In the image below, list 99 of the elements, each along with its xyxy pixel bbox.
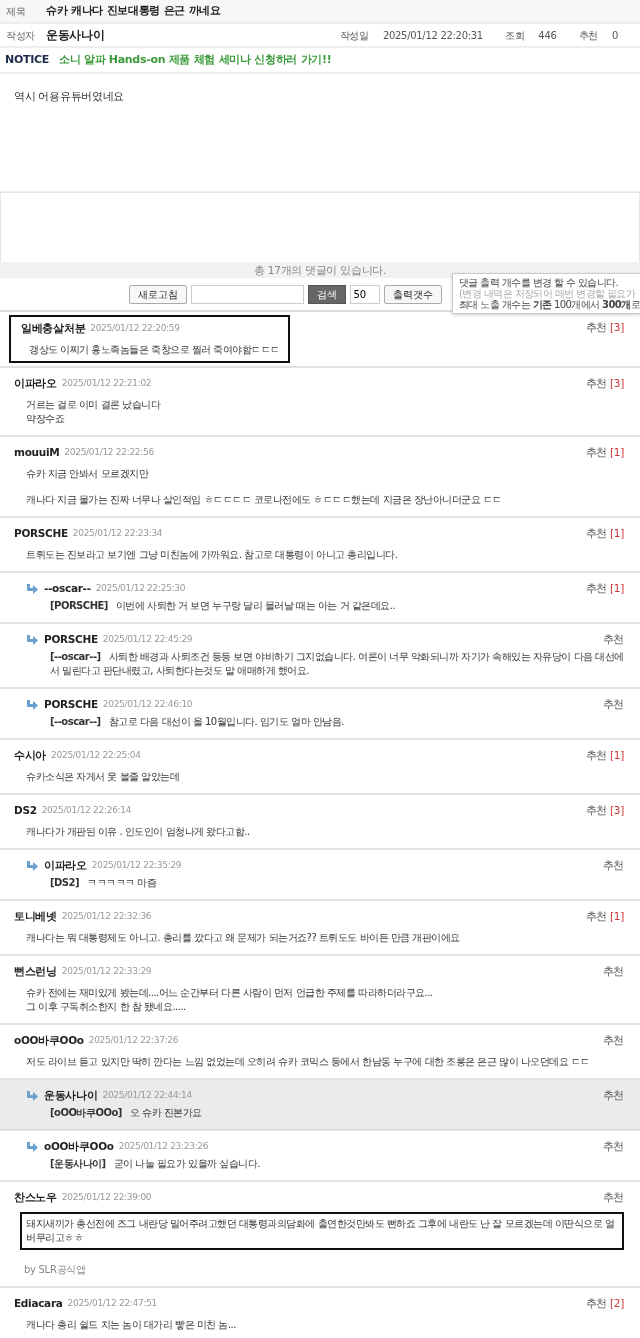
reply-arrow-icon — [26, 1091, 38, 1101]
comment-date: 2025/01/12 22:21:02 — [61, 377, 152, 391]
comment-author[interactable]: mouuiM — [14, 445, 60, 461]
comment-author[interactable]: PORSCHE — [44, 697, 98, 713]
reply-arrow-icon — [26, 635, 38, 645]
comment-author[interactable]: 운동사나이 — [44, 1088, 98, 1104]
author-label: 작성자 — [5, 28, 37, 43]
refresh-button[interactable]: 새로고침 — [128, 284, 187, 304]
comment-text: [운동사나이] 굳이 나눌 필요가 있을까 싶습니다. — [50, 1157, 262, 1171]
comment-author[interactable]: 일베충살처분 — [21, 321, 86, 337]
comment-date: 2025/01/12 22:33:29 — [61, 965, 152, 979]
comment-date: 2025/01/12 22:47:51 — [67, 1297, 157, 1311]
comment-text: 캐나다 지금 물가는 진짜 너무나 살인적임 ㅎㄷㄷㄷㄷ 코로나전에도 ㅎㄷㄷㄷ했는데 지금은 장난아니더군요 ㄷㄷ — [26, 493, 503, 507]
search-button[interactable]: 검색 — [307, 284, 346, 304]
comment-date: 2025/01/12 22:26:14 — [41, 804, 132, 818]
reply-arrow-icon — [26, 584, 38, 594]
recommend-button[interactable]: 추천 [1] — [585, 526, 624, 542]
count-field[interactable]: 50 — [349, 284, 380, 304]
notice-label: NOTICE — [4, 51, 50, 68]
comment-date: 2025/01/12 22:25:30 — [95, 582, 186, 596]
title-label: 제목 — [5, 4, 27, 19]
comment-text: [--oscar--] 사퇴한 배경과 사퇴조건 등등 보면 야비하기 그지없습니다. 여론이 너무 악화되니까 자기가 속해있는 자유당이 다음 대선에서 밀린다고 판단내렸고, 사퇴한다는것도 말 애매하게 했어요. — [50, 650, 624, 678]
comment-author[interactable]: 뻔스런닝 — [14, 964, 57, 980]
post-author: 운동사나이 — [46, 27, 105, 44]
comment-date: 2025/01/12 22:35:29 — [91, 859, 182, 873]
comment-text: 트뤼도는 진보라고 보기엔 그냥 미친놈에 가까워요. 참고로 대통령이 아니고 총리입니다. — [26, 548, 399, 562]
comment-text: 슈카소식은 자게서 못 볼줄 알았는데 — [26, 770, 181, 784]
recommend-button[interactable]: 추천 [1] — [585, 909, 624, 925]
comment-text: [oOO바쿠OOo] 오 슈카 진본가요 — [50, 1106, 203, 1120]
recommend-button[interactable]: 추천 [3] — [585, 376, 624, 392]
recommend-button[interactable]: 추천 — [602, 1088, 624, 1104]
comment-date: 2025/01/12 22:20:59 — [90, 322, 180, 336]
comment-text: [DS2] ㅋㅋㅋㅋㅋ 마즘 — [50, 876, 158, 890]
comment-text: 저도 라이브 듣고 있지만 딱히 깐다는 느낌 없었는데 오히려 슈카 코믹스 등에서 한남동 누구에 대한 조롱은 은근 많이 나오던데요 ㄷㄷ — [26, 1055, 591, 1069]
comment-text: 갱상도 이찌기 흉노족놈들은 죽창으로 찔러 죽여야함ㄷㄷㄷ — [29, 343, 280, 357]
meta-value: 446 — [538, 28, 557, 43]
comment-text: 슈카 지금 안봐서 모르겠지만 — [26, 467, 150, 481]
recommend-button[interactable]: 추천 [1] — [585, 445, 624, 461]
post-title: 슈카 캐나다 진보대통령 은근 까네요 — [46, 2, 221, 19]
comment-text: 돼지새끼가 총선전에 즈그 내란당 밀어주려고했던 대통령과의담화에 출연한것만봐도 뻔하죠 그후에 내란도 난 잘 모르겠는데 이딴식으로 얼버무리고ㅎㅎ — [26, 1217, 616, 1245]
recommend-button[interactable]: 추천 [1] — [585, 748, 624, 764]
search-field[interactable] — [190, 284, 304, 304]
comment-author[interactable]: PORSCHE — [14, 526, 68, 542]
recommend-button[interactable]: 추천 — [602, 1033, 624, 1049]
meta-value: 0 — [611, 28, 618, 43]
recommend-button[interactable]: 추천 [2] — [585, 1296, 624, 1312]
comment-author[interactable]: 토니베넷 — [14, 909, 57, 925]
count-button[interactable]: 출력갯수 — [383, 284, 442, 304]
recommend-button[interactable]: 추천 [1] — [585, 581, 624, 597]
recommend-button[interactable]: 추천 — [602, 1139, 624, 1155]
comment-text: 캐나다는 뭐 대통령제도 아니고. 총리를 깠다고 왜 문제가 되는거죠?? 트뤼도도 바이든 만큼 개판이에요 — [26, 931, 461, 945]
comment-date: 2025/01/12 23:23:26 — [118, 1140, 209, 1154]
comment-author[interactable]: oOO바쿠OOo — [44, 1139, 114, 1155]
meta-value: 2025/01/12 22:20:31 — [382, 28, 483, 43]
comment-text: 캐나다 총리 쉴드 치는 놈이 대가리 빻은 미친 놈... — [26, 1318, 237, 1332]
comment-date: 2025/01/12 22:22:56 — [64, 446, 154, 460]
tooltip-text: 최대 노출 개수는 기존 100개에서 300개로 — [459, 299, 640, 310]
comment-text: 캐나다가 개판된 이유 . 인도인이 엄청나게 왔다고함.. — [26, 825, 251, 839]
comment-author[interactable]: Ediacara — [14, 1296, 63, 1312]
comment-text: 거르는 걸로 이미 결론 났습니다 약장수죠 — [26, 398, 162, 426]
meta-label: 작성일 — [339, 28, 369, 43]
comment-date: 2025/01/12 22:37:26 — [88, 1034, 179, 1048]
reply-arrow-icon — [26, 1142, 38, 1152]
meta-label: 추천 — [578, 28, 598, 43]
recommend-button[interactable]: 추천 — [602, 697, 624, 713]
app-link[interactable]: SLR공식앱 — [38, 1264, 86, 1275]
comment-count: 총 17개의 댓글이 있습니다. — [254, 264, 386, 276]
comment-author[interactable]: DS2 — [14, 803, 37, 819]
recommend-button[interactable]: 추천 [3] — [585, 320, 624, 336]
comment-date: 2025/01/12 22:46:10 — [102, 698, 193, 712]
comment-date: 2025/01/12 22:45:29 — [102, 633, 193, 647]
meta-label: 조회 — [504, 28, 525, 43]
comment-author[interactable]: 이파라오 — [44, 858, 87, 874]
notice-link[interactable]: 소니 알파 Hands-on 제품 체험 세미나 신청하러 가기!! — [58, 51, 332, 69]
comment-author[interactable]: 이파라오 — [14, 376, 57, 392]
comment-text: 슈카 전에는 재미있게 봤는데....어느 순간부터 다른 사람이 먼저 언급한 주제를 따라하더라구요... 그 이후 구독취소한지 한 참 됐네요..... — [26, 986, 434, 1014]
recommend-button[interactable]: 추천 — [602, 858, 624, 874]
recommend-button[interactable]: 추천 [3] — [585, 803, 624, 819]
reply-arrow-icon — [26, 700, 38, 710]
tooltip-text: 댓글 출력 개수를 변경 할 수 있습니다. — [459, 277, 620, 288]
post-body: 역시 어용유튜버였네요 — [14, 90, 125, 102]
comment-author[interactable]: 찬스노우 — [14, 1190, 57, 1206]
comment-author[interactable]: oOO바쿠OOo — [14, 1033, 84, 1049]
comment-author[interactable]: --oscar-- — [44, 581, 91, 597]
recommend-button[interactable]: 추천 — [602, 1190, 624, 1206]
comment-text: [--oscar--] 참고로 다음 대선이 올 10월입니다. 임기도 얼마 안남음. — [50, 715, 345, 729]
tooltip-text: (변경 내역은 저장되어 매번 변경할 필요가 — [459, 288, 637, 299]
recommend-button[interactable]: 추천 — [602, 632, 624, 648]
comment-date: 2025/01/12 22:23:34 — [72, 527, 163, 541]
comment-date: 2025/01/12 22:39:00 — [61, 1191, 152, 1205]
comment-author[interactable]: PORSCHE — [44, 632, 98, 648]
comment-date: 2025/01/12 22:44:14 — [102, 1089, 192, 1103]
comment-date: 2025/01/12 22:32:36 — [61, 910, 152, 924]
comment-text: [PORSCHE] 이번에 사퇴한 거 보면 누구랑 달리 물러날 때는 아는 거 같은데요.. — [50, 599, 397, 613]
comment-date: 2025/01/12 22:25:04 — [51, 749, 141, 763]
reply-arrow-icon — [26, 861, 38, 871]
recommend-button[interactable]: 추천 — [602, 964, 624, 980]
comment-author[interactable]: 수시아 — [14, 748, 47, 764]
via-label: by — [24, 1264, 36, 1275]
